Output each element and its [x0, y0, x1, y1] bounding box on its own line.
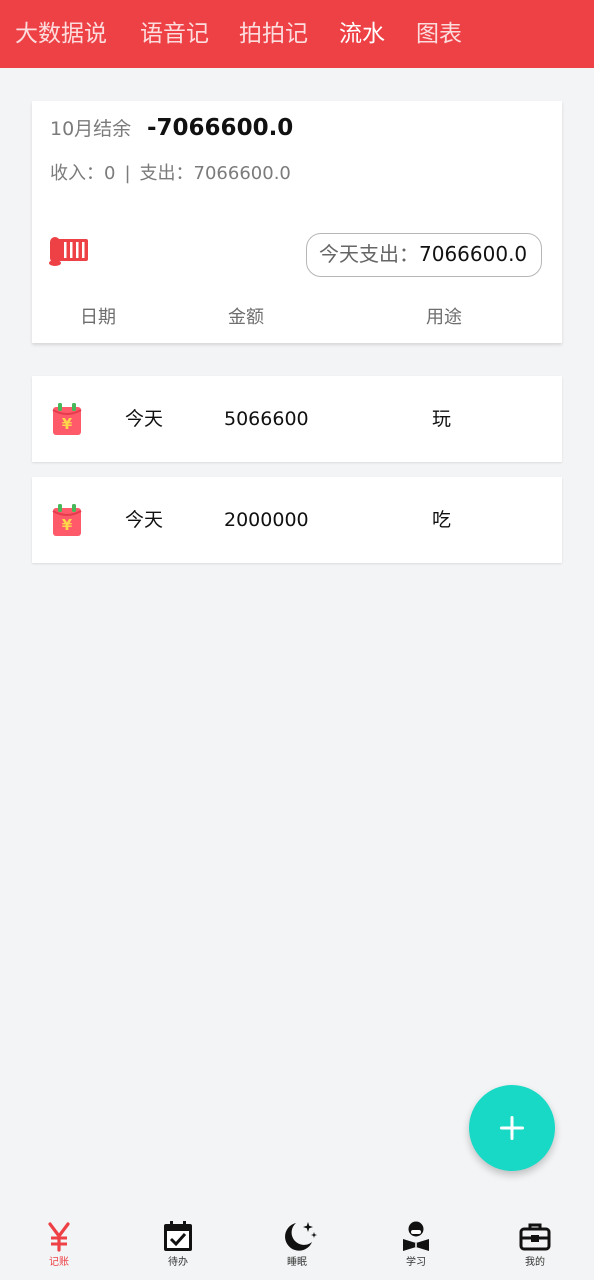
today-expense-value: 7066600.0: [419, 242, 528, 266]
record-amount: 2000000: [224, 509, 309, 531]
column-header-purpose: 用途: [426, 307, 462, 328]
calendar-check-icon: [164, 1221, 192, 1251]
income-value: 0: [104, 163, 116, 184]
nav-label: 我的: [525, 1257, 545, 1268]
nav-item-me[interactable]: 我的: [495, 1208, 575, 1280]
nav-label: 待办: [168, 1257, 188, 1268]
nav-label: 学习: [406, 1257, 426, 1268]
tab-flow[interactable]: 流水: [339, 18, 385, 50]
summary-card: 10月结余 -7066600.0 收入：0 | 支出：7066600.0 今天支出：…: [32, 101, 562, 343]
red-envelope-icon: ¥: [52, 504, 82, 536]
record-purpose: 玩: [432, 408, 452, 430]
record-amount: 5066600: [224, 408, 309, 430]
today-expense-pill[interactable]: 今天支出：7066600.0: [306, 233, 542, 277]
column-header-amount: 金额: [228, 307, 264, 328]
month-balance: -7066600.0: [147, 115, 294, 141]
income-label: 收入：: [50, 163, 104, 184]
nav-item-study[interactable]: 学习: [376, 1208, 456, 1280]
scroll-icon[interactable]: [48, 235, 90, 267]
yen-icon: [48, 1222, 70, 1252]
record-row[interactable]: ¥ 今天 5066600 玩: [32, 376, 562, 462]
svg-text:¥: ¥: [62, 415, 73, 433]
svg-text:¥: ¥: [62, 516, 73, 534]
record-date: 今天: [125, 408, 164, 430]
record-purpose: 吃: [432, 509, 452, 531]
top-tab-bar: 大数据说 语音记 拍拍记 流水 图表: [0, 0, 594, 68]
expense-value: 7066600.0: [193, 163, 291, 184]
plus-icon: [500, 1116, 524, 1140]
nav-label: 睡眠: [287, 1257, 307, 1268]
moon-stars-icon: [285, 1222, 317, 1251]
tab-photo-record[interactable]: 拍拍记: [239, 18, 308, 50]
toolbox-icon: [519, 1223, 551, 1251]
nav-item-todo[interactable]: 待办: [138, 1208, 218, 1280]
tab-big-data[interactable]: 大数据说: [15, 18, 107, 50]
reader-icon: [403, 1221, 429, 1251]
column-header-date: 日期: [80, 307, 116, 328]
record-row[interactable]: ¥ 今天 2000000 吃: [32, 477, 562, 563]
nav-item-bookkeeping[interactable]: 记账: [19, 1208, 99, 1280]
nav-item-sleep[interactable]: 睡眠: [257, 1208, 337, 1280]
month-label: 10月结余: [50, 118, 132, 140]
separator: |: [124, 163, 131, 184]
expense-label: 支出：: [139, 163, 194, 184]
tab-voice-record[interactable]: 语音记: [140, 18, 209, 50]
income-expense-line: 收入：0 | 支出：7066600.0: [50, 161, 291, 187]
red-envelope-icon: ¥: [52, 403, 82, 435]
add-record-button[interactable]: [469, 1085, 555, 1171]
record-date: 今天: [125, 509, 164, 531]
bottom-nav: 记账 待办 睡眠 学习 我的: [0, 1208, 594, 1280]
today-expense-label: 今天支出：: [319, 242, 419, 266]
nav-label: 记账: [49, 1257, 69, 1268]
tab-charts[interactable]: 图表: [416, 18, 462, 50]
